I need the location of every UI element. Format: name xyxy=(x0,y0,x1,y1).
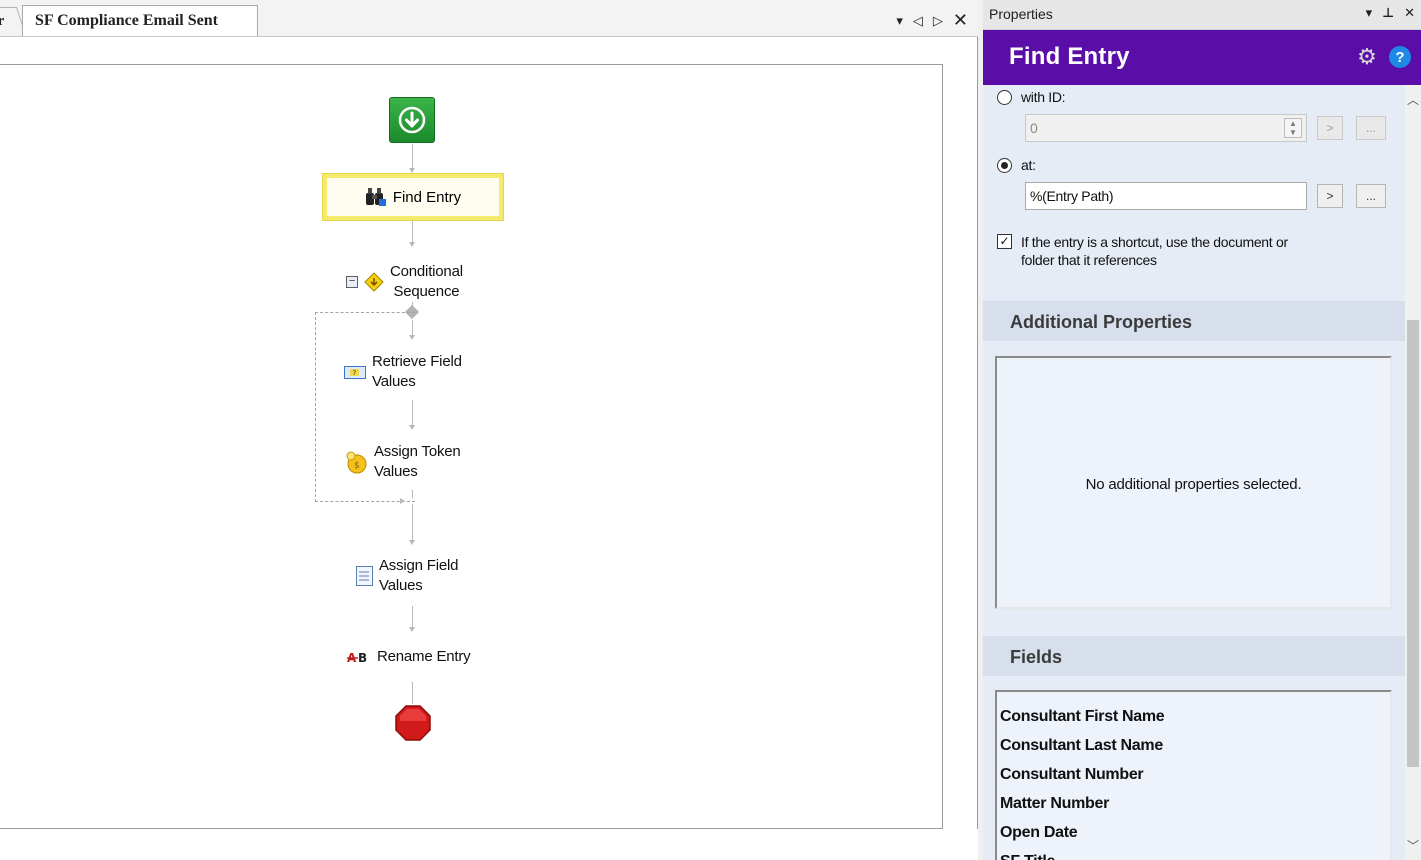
with-id-label: with ID: xyxy=(1021,89,1066,105)
close-tab-icon[interactable]: ✕ xyxy=(953,10,968,31)
fields-list[interactable]: Consultant First Name Consultant Last Na… xyxy=(995,690,1392,860)
connector xyxy=(412,606,413,628)
connector-arrow xyxy=(409,168,415,173)
properties-titlebar: Properties ▾ ⊥ ✕ xyxy=(983,0,1421,30)
activity-label: Retrieve Field Values xyxy=(372,353,462,390)
close-panel-icon[interactable]: ✕ xyxy=(1404,5,1415,21)
connector xyxy=(412,221,413,243)
scroll-down-icon[interactable]: ﹀ xyxy=(1407,837,1419,854)
workflow-end-node[interactable] xyxy=(395,705,431,741)
id-spinner[interactable]: ▲ ▼ xyxy=(1284,118,1302,138)
workflow-start-node[interactable] xyxy=(389,97,435,143)
field-item[interactable]: Consultant Number xyxy=(997,760,1390,789)
id-browse-button[interactable]: ... xyxy=(1356,116,1386,140)
field-item[interactable]: Open Date xyxy=(997,818,1390,847)
entry-path-field[interactable]: %(Entry Path) xyxy=(1025,182,1307,210)
svg-text:B: B xyxy=(358,651,367,664)
token-icon: $ xyxy=(346,451,367,474)
find-entry-activity[interactable]: Find Entry xyxy=(322,173,504,221)
properties-panel: Properties ▾ ⊥ ✕ Find Entry ⚙ ? with ID:… xyxy=(983,0,1421,860)
activity-label: Assign Token Values xyxy=(374,443,461,480)
id-token-button[interactable]: > xyxy=(1317,116,1343,140)
retrieve-field-values-activity[interactable]: ? Retrieve Field Values xyxy=(344,352,462,392)
pin-icon[interactable]: ⊥ xyxy=(1382,5,1394,21)
scroll-up-icon[interactable]: ︿ xyxy=(1407,91,1419,108)
properties-panel-title: Properties xyxy=(989,6,1053,22)
tab-list-dropdown-icon[interactable]: ▾ xyxy=(896,13,903,29)
entry-id-field[interactable]: 0 xyxy=(1025,114,1307,142)
assign-token-values-activity[interactable]: $ Assign Token Values xyxy=(344,442,461,482)
conditional-diamond-icon xyxy=(364,272,384,292)
path-browse-button[interactable]: ... xyxy=(1356,184,1386,208)
panel-menu-icon[interactable]: ▾ xyxy=(1366,5,1373,21)
connector-arrow xyxy=(409,540,415,545)
connector xyxy=(412,144,413,169)
binoculars-icon xyxy=(365,188,386,206)
sequence-end-arrow xyxy=(400,498,405,504)
stop-icon xyxy=(395,705,431,741)
scroll-tabs-left-icon[interactable]: ◁ xyxy=(913,13,923,29)
collapse-icon[interactable]: − xyxy=(346,276,358,288)
rename-icon: A B xyxy=(347,651,367,664)
help-icon[interactable]: ? xyxy=(1389,46,1411,68)
follow-shortcut-label: If the entry is a shortcut, use the docu… xyxy=(1021,234,1288,268)
at-path-radio[interactable] xyxy=(997,158,1012,173)
form-icon xyxy=(356,566,373,586)
fields-header[interactable]: Fields xyxy=(983,636,1405,676)
connector xyxy=(412,682,413,704)
svg-text:$: $ xyxy=(354,461,360,471)
connector xyxy=(412,504,413,541)
activity-header: Find Entry ⚙ ? xyxy=(983,30,1421,85)
tab-controls: ▾ ◁ ▷ ✕ xyxy=(896,10,968,31)
rename-entry-activity[interactable]: A B Rename Entry xyxy=(347,647,471,667)
scroll-thumb[interactable] xyxy=(1407,320,1419,767)
additional-properties-header[interactable]: Additional Properties xyxy=(983,301,1405,341)
activity-label: Find Entry xyxy=(392,188,462,206)
svg-text:?: ? xyxy=(353,369,357,377)
field-item[interactable]: Matter Number xyxy=(997,789,1390,818)
conditional-sequence-activity[interactable]: − Conditional Sequence xyxy=(346,262,463,302)
gear-icon[interactable]: ⚙ xyxy=(1357,46,1377,68)
path-token-button[interactable]: > xyxy=(1317,184,1343,208)
properties-body: with ID: 0 ▲ ▼ > ... at: %(Entry Path) > … xyxy=(983,85,1405,860)
field-item[interactable]: SF Title xyxy=(997,847,1390,860)
retrieve-fields-icon: ? xyxy=(344,366,366,379)
field-item[interactable]: Consultant First Name xyxy=(997,702,1390,731)
activity-label: Rename Entry xyxy=(377,648,471,665)
canvas-footer xyxy=(0,829,978,860)
connector-arrow xyxy=(409,242,415,247)
connector-arrow xyxy=(409,627,415,632)
follow-shortcut-checkbox[interactable]: ✓ xyxy=(997,234,1012,249)
tab-sf-compliance-email-sent[interactable]: SF Compliance Email Sent xyxy=(22,5,258,36)
activity-label: Conditional Sequence xyxy=(390,263,463,300)
assign-field-values-activity[interactable]: Assign Field Values xyxy=(356,556,459,596)
at-label: at: xyxy=(1021,157,1036,173)
activity-title: Find Entry xyxy=(1009,43,1130,70)
properties-scrollbar[interactable]: ︿ ﹀ xyxy=(1405,85,1421,860)
designer-pane: r SF Compliance Email Sent ▾ ◁ ▷ ✕ Find … xyxy=(0,0,978,860)
document-tabstrip: r SF Compliance Email Sent ▾ ◁ ▷ ✕ xyxy=(0,0,978,37)
with-id-radio[interactable] xyxy=(997,90,1012,105)
start-arrow-icon xyxy=(398,106,426,134)
activity-label: Assign Field Values xyxy=(379,557,459,594)
empty-message: No additional properties selected. xyxy=(1085,476,1302,493)
scroll-tabs-right-icon[interactable]: ▷ xyxy=(933,13,943,29)
field-item[interactable]: Consultant Last Name xyxy=(997,731,1390,760)
additional-properties-list[interactable]: No additional properties selected. xyxy=(995,356,1392,609)
